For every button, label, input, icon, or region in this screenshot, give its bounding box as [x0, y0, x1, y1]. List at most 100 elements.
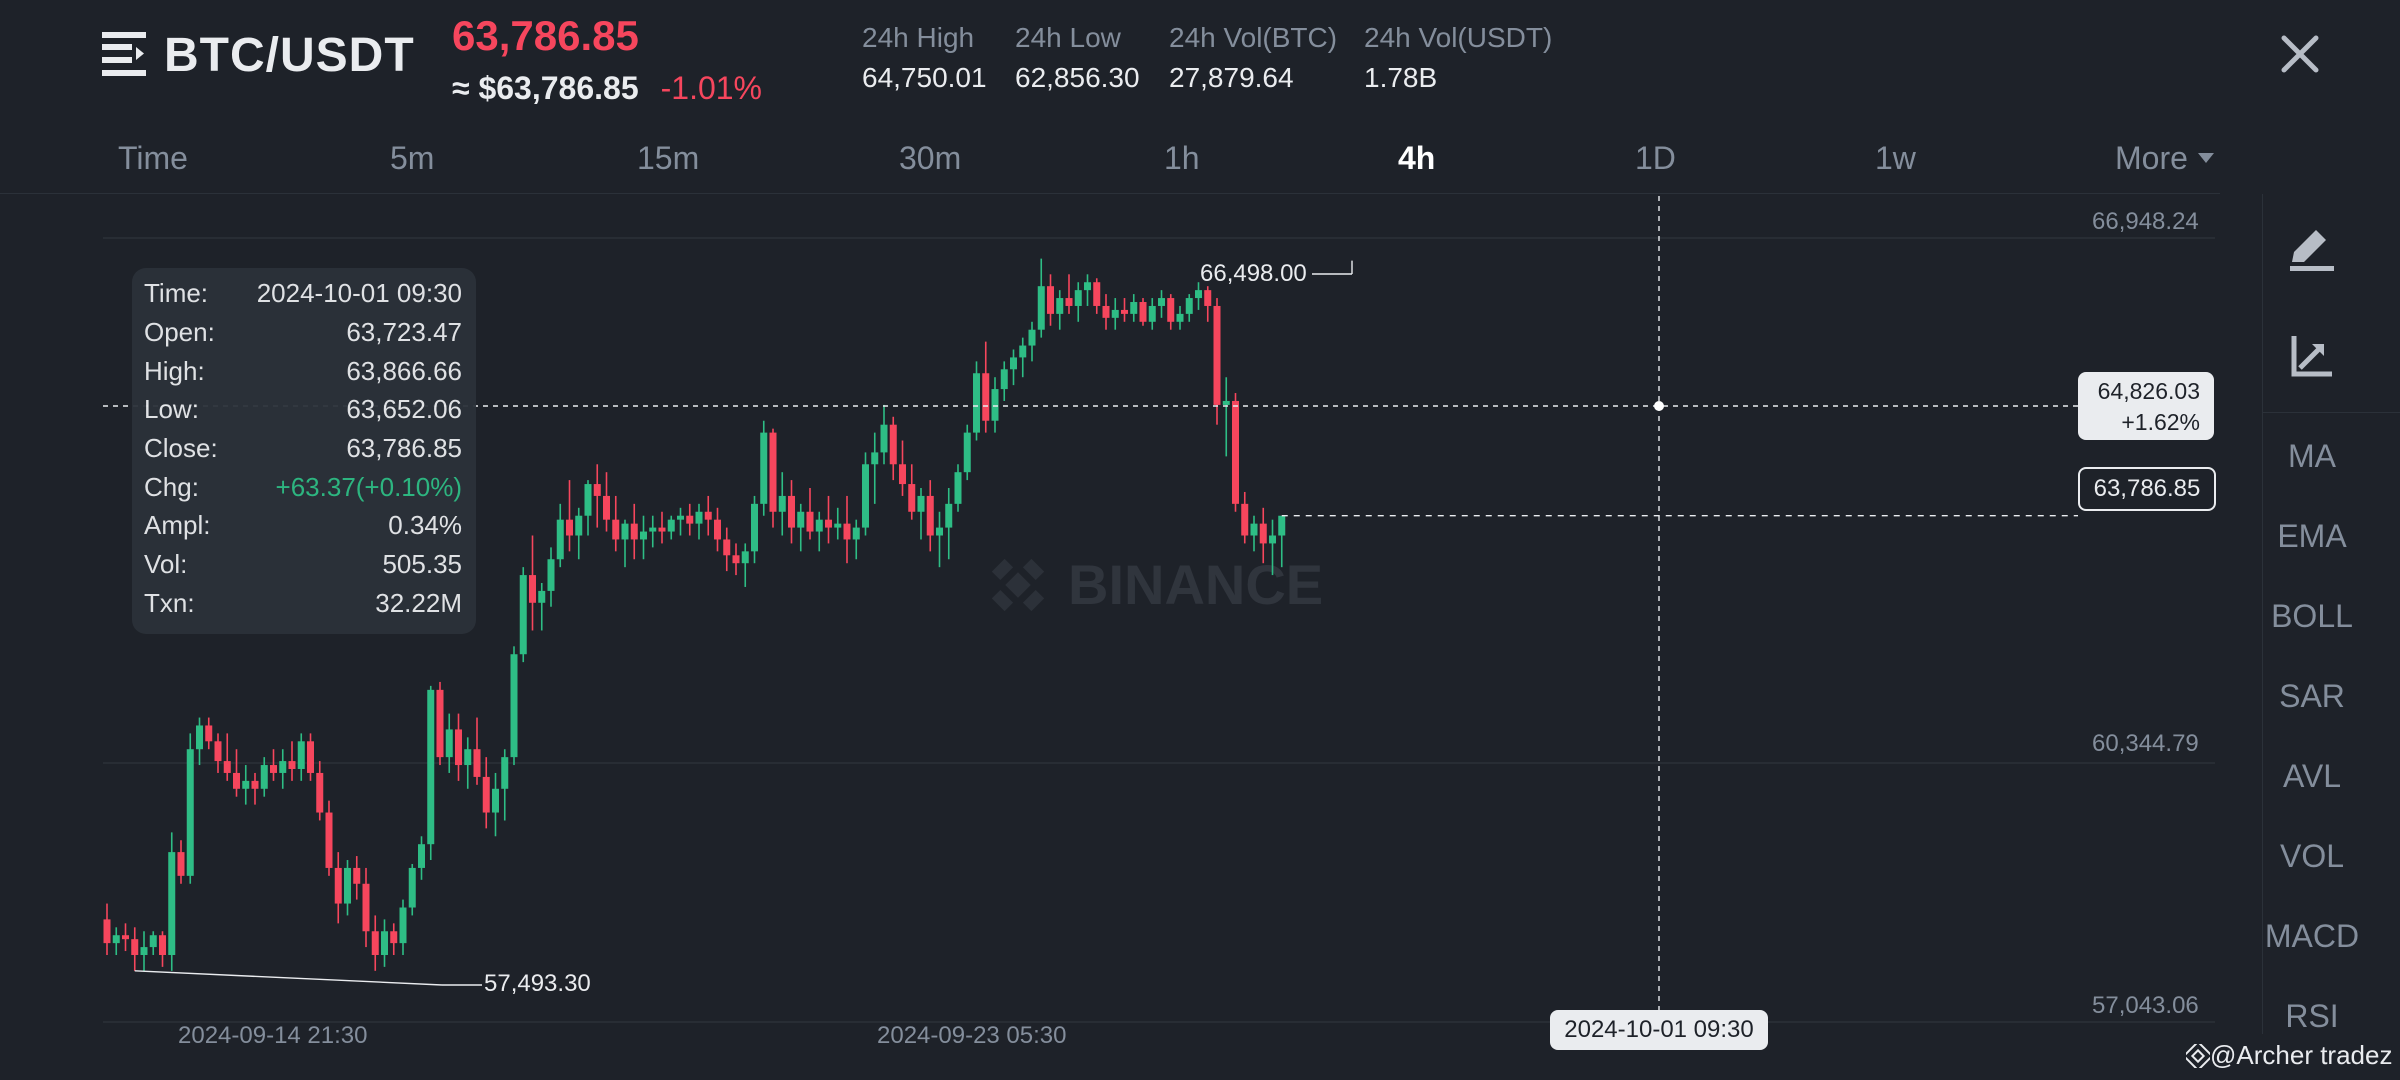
candle-body — [1176, 313, 1184, 322]
candle-body — [325, 812, 333, 868]
candle-body — [1010, 357, 1017, 370]
indicator-rsi[interactable]: RSI — [2252, 998, 2372, 1035]
candle-body — [1167, 298, 1175, 322]
candle-body — [751, 503, 758, 552]
candle-body — [1222, 400, 1230, 405]
candle-body — [732, 555, 740, 564]
candle-body — [344, 867, 351, 904]
tooltip-key: Vol: — [144, 549, 188, 579]
tab-more-label: More — [2115, 140, 2188, 176]
min-annotation: 57,493.30 — [484, 970, 591, 997]
candle-body — [769, 432, 777, 512]
candle-body — [797, 511, 805, 528]
tab-1d[interactable]: 1D — [1635, 140, 1676, 177]
candle-body — [1195, 290, 1202, 299]
indicator-macd[interactable]: MACD — [2252, 918, 2372, 955]
candle-body — [889, 424, 897, 465]
indicator-vol[interactable]: VOL — [2252, 838, 2372, 875]
candle-body — [445, 729, 453, 758]
ohlc-tooltip: Time: 2024-10-01 09:30 Open: 63,723.47 Hig… — [132, 268, 476, 634]
tooltip-value: 63,723.47 — [346, 317, 462, 347]
candle-body — [1213, 305, 1221, 405]
candle-body — [714, 519, 721, 540]
candle-body — [1037, 286, 1045, 330]
candle-body — [1121, 309, 1128, 314]
candle-body — [1000, 369, 1008, 390]
candle-body — [1084, 282, 1091, 291]
candle-body — [122, 935, 129, 940]
candle-body — [1139, 302, 1147, 322]
tab-more[interactable]: More — [2115, 140, 2215, 177]
candle-body — [214, 741, 222, 762]
stat-24h-low: 24h Low 62,856.30 — [1015, 22, 1140, 94]
crosshair-pct: +1.62% — [2121, 409, 2200, 435]
tooltip-value: 63,786.85 — [346, 433, 462, 463]
menu-icon[interactable] — [102, 32, 148, 76]
tab-15m[interactable]: 15m — [637, 140, 699, 177]
change-percent: -1.01% — [660, 70, 762, 106]
candle-body — [1232, 400, 1239, 504]
candle-body — [945, 503, 953, 528]
candle-body — [279, 761, 287, 773]
candle-body — [1074, 290, 1082, 306]
tab-1h[interactable]: 1h — [1164, 140, 1200, 177]
tab-5m[interactable]: 5m — [390, 140, 434, 177]
candle-body — [593, 484, 601, 496]
y-axis-label: 57,043.06 — [2092, 992, 2199, 1019]
candle-body — [159, 935, 166, 956]
indicator-ma[interactable]: MA — [2252, 438, 2372, 475]
stat-label: 24h Vol(USDT) — [1364, 22, 1553, 53]
indicator-boll[interactable]: BOLL — [2252, 598, 2372, 635]
candle-body — [982, 373, 990, 421]
stat-value: 27,879.64 — [1169, 62, 1294, 93]
candle-body — [519, 575, 527, 655]
binance-small-icon — [2182, 1040, 2214, 1072]
indicator-avl[interactable]: AVL — [2252, 758, 2372, 795]
tooltip-row: High: 63,866.66 — [144, 356, 462, 394]
candle-body — [1185, 298, 1193, 314]
candle-body — [196, 725, 203, 750]
candle-body — [131, 939, 139, 956]
tab-1w[interactable]: 1w — [1875, 140, 1916, 177]
pencil-icon[interactable] — [2286, 222, 2338, 274]
toolbar-separator — [2262, 412, 2400, 413]
x-axis-label: 2024-09-23 05:30 — [877, 1022, 1067, 1049]
close-icon[interactable] — [2276, 30, 2324, 78]
crosshair-price-box: 64,826.03 +1.62% — [2078, 372, 2214, 440]
candle-body — [353, 867, 361, 884]
candle-body — [205, 725, 213, 742]
candle-body — [1047, 286, 1054, 314]
tab-4h[interactable]: 4h — [1398, 140, 1435, 177]
candle-body — [547, 559, 555, 591]
candle-body — [630, 523, 638, 540]
candle-body — [852, 527, 860, 540]
tab-30m[interactable]: 30m — [899, 140, 961, 177]
candle-body — [991, 389, 999, 421]
credit-text: @Archer tradez — [2210, 1040, 2393, 1070]
candle-body — [1241, 503, 1249, 536]
candle-body — [510, 654, 518, 758]
tooltip-row: Time: 2024-10-01 09:30 — [144, 278, 462, 316]
indicator-sar[interactable]: SAR — [2252, 678, 2372, 715]
candle-body — [1028, 329, 1036, 346]
candle-body — [381, 931, 388, 956]
tab-time[interactable]: Time — [118, 140, 188, 177]
candle-body — [760, 432, 768, 504]
tooltip-value: 63,866.66 — [346, 356, 462, 386]
candle-body — [316, 772, 324, 813]
crosshair-price: 64,826.03 — [2097, 378, 2200, 404]
candle-body — [1056, 298, 1064, 314]
candle-body — [482, 776, 490, 813]
candle-body — [408, 867, 416, 908]
tooltip-key: Txn: — [144, 588, 195, 618]
tooltip-key: Chg: — [144, 472, 199, 502]
caret-down-icon — [2197, 153, 2214, 163]
candle-body — [186, 749, 194, 876]
candle-body — [177, 852, 185, 876]
candle-body — [1111, 309, 1119, 318]
trading-pair-title[interactable]: BTC/USDT — [164, 28, 415, 83]
tooltip-key: Close: — [144, 433, 218, 463]
chart-trend-icon[interactable] — [2286, 330, 2338, 382]
indicator-ema[interactable]: EMA — [2252, 518, 2372, 555]
last-price: 63,786.85 — [452, 12, 639, 59]
